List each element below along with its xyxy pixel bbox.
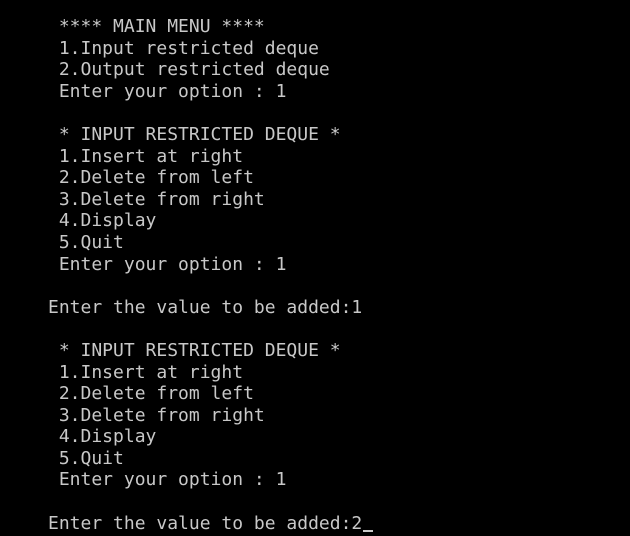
value-prompt: Enter the value to be added:1 — [48, 296, 363, 318]
text-cursor — [363, 529, 374, 532]
submenu-option-delete-left: 2.Delete from left — [48, 167, 254, 189]
value-prompt: Enter the value to be added:2 — [48, 512, 363, 534]
console-window[interactable]: **** MAIN MENU **** 1.Input restricted d… — [0, 0, 630, 536]
menu-option-input-restricted: 1.Input restricted deque — [48, 37, 319, 59]
submenu-option-insert-right: 1.Insert at right — [48, 145, 244, 167]
submenu-option-delete-right: 3.Delete from right — [48, 404, 265, 426]
submenu-heading: * INPUT RESTRICTED DEQUE * — [48, 339, 341, 361]
option-prompt: Enter your option : 1 — [48, 80, 287, 102]
submenu-option-delete-left: 2.Delete from left — [48, 383, 254, 405]
submenu-option-display: 4.Display — [48, 210, 157, 232]
submenu-option-quit: 5.Quit — [48, 447, 124, 469]
submenu-heading: * INPUT RESTRICTED DEQUE * — [48, 123, 341, 145]
submenu-option-quit: 5.Quit — [48, 231, 124, 253]
value-input-line[interactable]: Enter the value to be added:2 — [48, 513, 630, 535]
submenu-option-delete-right: 3.Delete from right — [48, 188, 265, 210]
main-menu-heading: **** MAIN MENU **** — [48, 16, 265, 37]
option-prompt: Enter your option : 1 — [48, 253, 287, 275]
option-prompt: Enter your option : 1 — [48, 469, 287, 491]
menu-option-output-restricted: 2.Output restricted deque — [48, 59, 330, 81]
submenu-option-insert-right: 1.Insert at right — [48, 361, 244, 383]
submenu-option-display: 4.Display — [48, 426, 157, 448]
